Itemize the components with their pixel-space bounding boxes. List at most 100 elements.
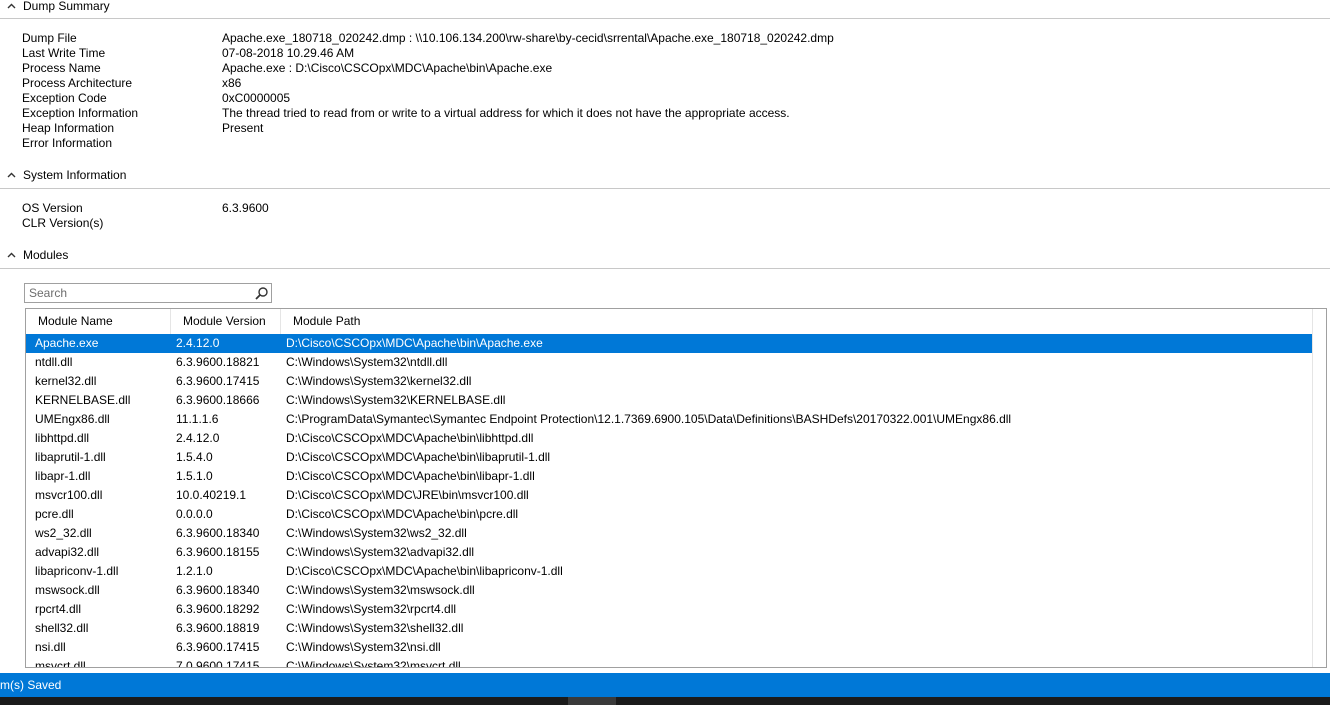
- module-name-cell: UMEngx86.dll: [35, 412, 110, 426]
- kv-key: Exception Information: [22, 106, 139, 120]
- module-path-cell: C:\Windows\System32\ws2_32.dll: [286, 526, 467, 540]
- section-header-modules[interactable]: Modules: [0, 246, 1330, 264]
- module-path-cell: C:\Windows\System32\KERNELBASE.dll: [286, 393, 506, 407]
- module-version-cell: 6.3.9600.18821: [176, 355, 260, 369]
- column-header-module-version[interactable]: Module Version: [171, 309, 281, 334]
- chevron-up-icon[interactable]: [6, 170, 16, 180]
- module-name-cell: advapi32.dll: [35, 545, 100, 559]
- module-name-cell: ntdll.dll: [35, 355, 73, 369]
- divider: [0, 268, 1330, 269]
- module-name-cell: kernel32.dll: [35, 374, 97, 388]
- chevron-up-icon[interactable]: [6, 250, 16, 260]
- module-path-cell: C:\Windows\System32\mswsock.dll: [286, 583, 475, 597]
- table-row[interactable]: advapi32.dll 6.3.9600.18155 C:\Windows\Sys…: [26, 543, 1326, 562]
- module-name-cell: nsi.dll: [35, 640, 66, 654]
- table-row[interactable]: kernel32.dll 6.3.9600.17415 C:\Windows\Sys…: [26, 372, 1326, 391]
- kv-value: The thread tried to read from or write t…: [222, 106, 790, 120]
- module-name-cell: libapr-1.dll: [35, 469, 91, 483]
- kv-key: Heap Information: [22, 121, 115, 135]
- grid-header: Module Name Module Version Module Path: [26, 309, 1326, 335]
- status-bar: m(s) Saved: [0, 673, 1330, 697]
- module-name-cell: msvcrt.dll: [35, 659, 86, 668]
- module-version-cell: 1.5.1.0: [176, 469, 213, 483]
- kv-key: Error Information: [22, 136, 113, 150]
- module-version-cell: 6.3.9600.17415: [176, 640, 260, 654]
- kv-value: 0xC0000005: [222, 91, 291, 105]
- module-path-cell: C:\Windows\System32\rpcrt4.dll: [286, 602, 457, 616]
- taskbar: [0, 697, 1330, 705]
- module-path-cell: C:\Windows\System32\kernel32.dll: [286, 374, 472, 388]
- table-row[interactable]: nsi.dll 6.3.9600.17415 C:\Windows\System32…: [26, 638, 1326, 657]
- module-path-cell: D:\Cisco\CSCOpx\MDC\Apache\bin\libapruti…: [286, 450, 551, 464]
- module-path-cell: C:\Windows\System32\nsi.dll: [286, 640, 441, 654]
- table-row[interactable]: libhttpd.dll 2.4.12.0 D:\Cisco\CSCOpx\MDC\…: [26, 429, 1326, 448]
- module-name-cell: pcre.dll: [35, 507, 74, 521]
- module-path-cell: C:\Windows\System32\advapi32.dll: [286, 545, 475, 559]
- search-input[interactable]: [25, 284, 249, 302]
- module-version-cell: 6.3.9600.18340: [176, 526, 260, 540]
- search-box[interactable]: [24, 283, 272, 303]
- module-path-cell: C:\Windows\System32\msvcrt.dll: [286, 659, 461, 668]
- module-version-cell: 7.0.9600.17415: [176, 659, 260, 668]
- table-row[interactable]: shell32.dll 6.3.9600.18819 C:\Windows\Syst…: [26, 619, 1326, 638]
- table-row[interactable]: msvcrt.dll 7.0.9600.17415 C:\Windows\Syste…: [26, 657, 1326, 668]
- kv-key: OS Version: [22, 201, 83, 215]
- module-version-cell: 6.3.9600.18155: [176, 545, 260, 559]
- module-name-cell: Apache.exe: [35, 336, 99, 350]
- module-version-cell: 6.3.9600.17415: [176, 374, 260, 388]
- module-version-cell: 1.5.4.0: [176, 450, 213, 464]
- module-path-cell: D:\Cisco\CSCOpx\MDC\Apache\bin\Apache.ex…: [286, 336, 543, 350]
- table-row[interactable]: rpcrt4.dll 6.3.9600.18292 C:\Windows\Syste…: [26, 600, 1326, 619]
- module-name-cell: ws2_32.dll: [35, 526, 92, 540]
- vertical-scrollbar[interactable]: [1312, 309, 1326, 667]
- section-header-dump-summary[interactable]: Dump Summary: [0, 0, 1330, 15]
- table-row[interactable]: ntdll.dll 6.3.9600.18821 C:\Windows\System…: [26, 353, 1326, 372]
- column-header-module-name[interactable]: Module Name: [26, 309, 171, 334]
- section-title: Dump Summary: [23, 0, 110, 13]
- module-version-cell: 10.0.40219.1: [176, 488, 247, 502]
- module-path-cell: D:\Cisco\CSCOpx\MDC\Apache\bin\libaprico…: [286, 564, 563, 578]
- kv-value: 07-08-2018 10.29.46 AM: [222, 46, 355, 60]
- module-version-cell: 6.3.9600.18666: [176, 393, 260, 407]
- module-name-cell: rpcrt4.dll: [35, 602, 82, 616]
- divider: [0, 188, 1330, 189]
- module-version-cell: 0.0.0.0: [176, 507, 213, 521]
- table-row[interactable]: msvcr100.dll 10.0.40219.1 D:\Cisco\CSCOpx\…: [26, 486, 1326, 505]
- kv-value: 6.3.9600: [222, 201, 269, 215]
- module-version-cell: 6.3.9600.18340: [176, 583, 260, 597]
- module-name-cell: libaprutil-1.dll: [35, 450, 106, 464]
- table-row[interactable]: mswsock.dll 6.3.9600.18340 C:\Windows\Syst…: [26, 581, 1326, 600]
- module-name-cell: libhttpd.dll: [35, 431, 90, 445]
- section-header-system-information[interactable]: System Information: [0, 166, 1330, 184]
- taskbar-item[interactable]: [568, 697, 616, 705]
- module-path-cell: D:\Cisco\CSCOpx\MDC\JRE\bin\msvcr100.dll: [286, 488, 529, 502]
- module-name-cell: libapriconv-1.dll: [35, 564, 119, 578]
- module-version-cell: 2.4.12.0: [176, 431, 220, 445]
- module-path-cell: D:\Cisco\CSCOpx\MDC\Apache\bin\pcre.dll: [286, 507, 519, 521]
- column-header-module-path[interactable]: Module Path: [281, 309, 1313, 334]
- module-version-cell: 6.3.9600.18292: [176, 602, 260, 616]
- table-row[interactable]: KERNELBASE.dll 6.3.9600.18666 C:\Windows\S…: [26, 391, 1326, 410]
- table-row[interactable]: libaprutil-1.dll 1.5.4.0 D:\Cisco\CSCOpx\M…: [26, 448, 1326, 467]
- module-version-cell: 1.2.1.0: [176, 564, 213, 578]
- table-row[interactable]: pcre.dll 0.0.0.0 D:\Cisco\CSCOpx\MDC\Apach…: [26, 505, 1326, 524]
- modules-grid[interactable]: Module Name Module Version Module Path A…: [25, 308, 1327, 668]
- kv-value: x86: [222, 76, 242, 90]
- table-row[interactable]: libapriconv-1.dll 1.2.1.0 D:\Cisco\CSCOpx\…: [26, 562, 1326, 581]
- module-path-cell: C:\ProgramData\Symantec\Symantec Endpoin…: [286, 412, 1012, 426]
- kv-value: Present: [222, 121, 264, 135]
- search-icon[interactable]: [254, 286, 269, 301]
- table-row[interactable]: UMEngx86.dll 11.1.1.6 C:\ProgramData\Syman…: [26, 410, 1326, 429]
- module-name-cell: msvcr100.dll: [35, 488, 103, 502]
- module-version-cell: 2.4.12.0: [176, 336, 220, 350]
- chevron-up-icon[interactable]: [6, 1, 16, 11]
- kv-value: Apache.exe_180718_020242.dmp : \\10.106.…: [222, 31, 834, 45]
- module-path-cell: C:\Windows\System32\ntdll.dll: [286, 355, 448, 369]
- kv-value: Apache.exe : D:\Cisco\CSCOpx\MDC\Apache\…: [222, 61, 553, 75]
- module-name-cell: shell32.dll: [35, 621, 89, 635]
- section-title: Modules: [23, 248, 69, 262]
- table-row[interactable]: Apache.exe 2.4.12.0 D:\Cisco\CSCOpx\MDC\Ap…: [26, 334, 1326, 353]
- module-name-cell: mswsock.dll: [35, 583, 100, 597]
- table-row[interactable]: libapr-1.dll 1.5.1.0 D:\Cisco\CSCOpx\MDC\A…: [26, 467, 1326, 486]
- table-row[interactable]: ws2_32.dll 6.3.9600.18340 C:\Windows\Syste…: [26, 524, 1326, 543]
